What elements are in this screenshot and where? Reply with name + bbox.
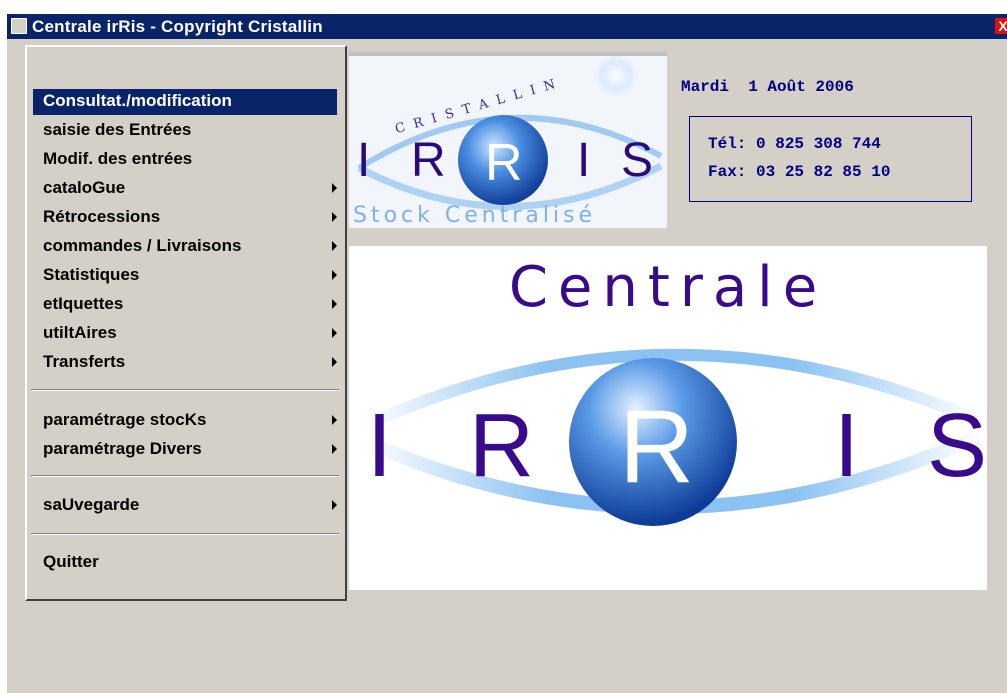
close-button[interactable]: X xyxy=(995,18,1007,34)
submenu-arrow-icon xyxy=(332,415,337,425)
logo-letter: I xyxy=(357,134,370,187)
menu-item-saisie-entrees[interactable]: saisie des Entrées xyxy=(33,118,337,144)
contact-box: Tél: 0 825 308 744 Fax: 03 25 82 85 10 xyxy=(689,116,972,202)
phone-number: Tél: 0 825 308 744 xyxy=(708,135,881,153)
logo-letter: R xyxy=(411,134,446,187)
menu-item-parametrage-stocks[interactable]: paramétrage stocKs xyxy=(33,408,337,434)
logo-letter: R xyxy=(619,389,694,505)
menu-item-transferts[interactable]: Transferts xyxy=(33,350,337,376)
menu-item-retrocessions[interactable]: Rétrocessions xyxy=(33,205,337,231)
cristallin-logo-graphic: CRISTALLIN I R R I S Stock Centralisé xyxy=(353,50,663,228)
menu-item-etiquettes[interactable]: etIquettes xyxy=(33,292,337,318)
menu-separator xyxy=(31,475,339,477)
menu-item-commandes-livraisons[interactable]: commandes / Livraisons xyxy=(33,234,337,260)
centrale-iris-logo: Centrale I R R I S xyxy=(349,246,987,590)
centrale-iris-logo-graphic: Centrale I R R I S xyxy=(361,255,987,526)
submenu-arrow-icon xyxy=(332,328,337,338)
menu-item-sauvegarde[interactable]: saUvegarde xyxy=(33,493,337,519)
logo-letter: I xyxy=(834,396,859,496)
logo-letter: R xyxy=(469,396,534,496)
submenu-arrow-icon xyxy=(332,500,337,510)
menu-item-quitter[interactable]: Quitter xyxy=(33,550,337,576)
submenu-arrow-icon xyxy=(332,444,337,454)
menu-item-catalogue[interactable]: cataloGue xyxy=(33,176,337,202)
menu-separator xyxy=(31,389,339,391)
main-menu: Consultat./modification saisie des Entré… xyxy=(25,45,347,601)
logo-letter: S xyxy=(621,134,653,187)
submenu-arrow-icon xyxy=(332,299,337,309)
fax-number: Fax: 03 25 82 85 10 xyxy=(708,163,891,181)
app-window: Centrale irRis - Copyright Cristallin X … xyxy=(7,14,1007,693)
submenu-arrow-icon xyxy=(332,241,337,251)
window-title: Centrale irRis - Copyright Cristallin xyxy=(32,17,323,36)
submenu-arrow-icon xyxy=(332,183,337,193)
submenu-arrow-icon xyxy=(332,212,337,222)
menu-item-modif-entrees[interactable]: Modif. des entrées xyxy=(33,147,337,173)
cristallin-logo: CRISTALLIN I R R I S Stock Centralisé xyxy=(349,50,667,228)
system-menu-icon[interactable] xyxy=(11,18,27,34)
menu-separator xyxy=(31,533,339,535)
logo-letter: S xyxy=(927,396,987,496)
menu-item-parametrage-divers[interactable]: paramétrage Divers xyxy=(33,437,337,463)
submenu-arrow-icon xyxy=(332,270,337,280)
submenu-arrow-icon xyxy=(332,357,337,367)
menu-item-utilitaires[interactable]: utiltAires xyxy=(33,321,337,347)
logo-letter: R xyxy=(485,134,523,192)
logo-letter: I xyxy=(367,396,392,496)
logo-tagline: Stock Centralisé xyxy=(353,203,596,228)
menu-item-statistiques[interactable]: Statistiques xyxy=(33,263,337,289)
menu-item-consultation[interactable]: Consultat./modification xyxy=(33,89,337,115)
current-date: Mardi 1 Août 2006 xyxy=(681,78,854,96)
title-bar[interactable]: Centrale irRis - Copyright Cristallin X xyxy=(7,14,1007,39)
logo-letter: I xyxy=(577,134,590,187)
centrale-title: Centrale xyxy=(509,255,827,320)
